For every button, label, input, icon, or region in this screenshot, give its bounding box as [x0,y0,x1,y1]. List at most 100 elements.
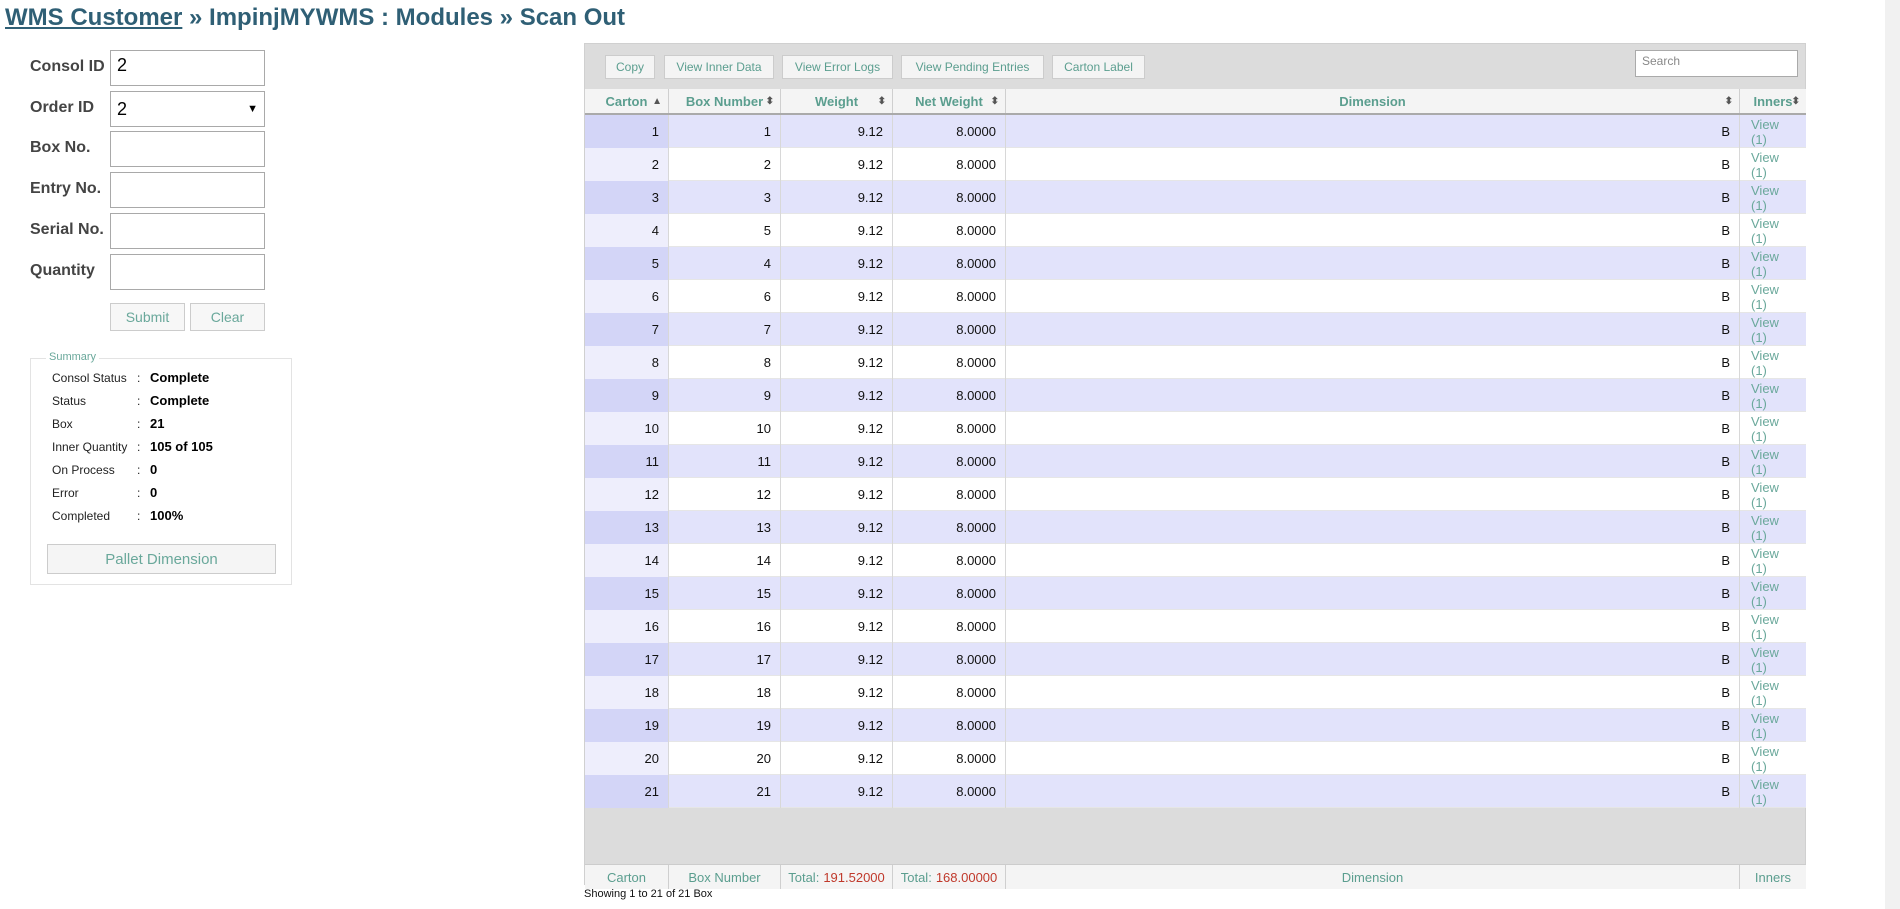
cell-weight: 9.12 [781,148,893,181]
carton-label-button[interactable]: Carton Label [1052,55,1145,79]
view-inners-link[interactable]: View (1) [1740,412,1806,445]
view-inners-link[interactable]: View (1) [1740,643,1806,676]
view-inners-link[interactable]: View (1) [1740,676,1806,709]
cell-box-number: 16 [669,610,781,643]
table-row[interactable]: 2 2 9.12 8.0000 B View (1) [585,148,1806,181]
cell-net-weight: 8.0000 [893,511,1006,544]
cell-dimension: B [1006,445,1740,478]
cell-net-weight: 8.0000 [893,445,1006,478]
summary-value: 100% [150,508,184,523]
view-inners-link[interactable]: View (1) [1740,181,1806,214]
view-inners-link[interactable]: View (1) [1740,214,1806,247]
column-header-dimension[interactable]: Dimension ⬍ [1006,89,1740,113]
table-row[interactable]: 3 3 9.12 8.0000 B View (1) [585,181,1806,214]
cell-net-weight: 8.0000 [893,148,1006,181]
table-footer: Carton Box Number Total: 191.52000 Total:… [585,864,1806,889]
table-row[interactable]: 4 5 9.12 8.0000 B View (1) [585,214,1806,247]
breadcrumb-rest: » ImpinjMYWMS : Modules » Scan Out [182,4,626,31]
cell-dimension: B [1006,346,1740,379]
breadcrumb-home-link[interactable]: WMS Customer [5,4,182,31]
column-header-net-weight[interactable]: Net Weight ⬍ [893,89,1006,113]
view-inners-link[interactable]: View (1) [1740,313,1806,346]
view-inners-link[interactable]: View (1) [1740,478,1806,511]
serial-no-input[interactable] [110,213,265,249]
column-header-carton[interactable]: Carton ▲ [585,89,669,113]
cell-carton: 4 [585,214,669,247]
view-inners-link[interactable]: View (1) [1740,610,1806,643]
sort-icon: ⬍ [990,95,999,107]
footer-inners: Inners [1754,869,1792,885]
cell-carton: 8 [585,346,669,379]
view-inners-link[interactable]: View (1) [1740,544,1806,577]
entry-no-label: Entry No. [30,180,102,197]
column-header-box-number[interactable]: Box Number ⬍ [669,89,781,113]
copy-button[interactable]: Copy [605,55,655,79]
view-inners-link[interactable]: View (1) [1740,511,1806,544]
entry-no-input[interactable] [110,172,265,208]
cell-carton: 3 [585,181,669,214]
cell-carton: 16 [585,610,669,643]
table-row[interactable]: 8 8 9.12 8.0000 B View (1) [585,346,1806,379]
view-inners-link[interactable]: View (1) [1740,445,1806,478]
data-grid: Copy View Inner Data View Error Logs Vie… [584,43,1806,889]
table-row[interactable]: 1 1 9.12 8.0000 B View (1) [585,115,1806,148]
consol-id-input[interactable]: 2 [110,50,265,86]
cell-net-weight: 8.0000 [893,478,1006,511]
box-no-input[interactable] [110,131,265,167]
pallet-dimension-button[interactable]: Pallet Dimension [47,544,276,574]
view-inners-link[interactable]: View (1) [1740,247,1806,280]
sort-icon: ⬍ [877,95,886,107]
view-inners-link[interactable]: View (1) [1740,346,1806,379]
table-row[interactable]: 7 7 9.12 8.0000 B View (1) [585,313,1806,346]
view-inners-link[interactable]: View (1) [1740,577,1806,610]
table-row[interactable]: 16 16 9.12 8.0000 B View (1) [585,610,1806,643]
table-row[interactable]: 15 15 9.12 8.0000 B View (1) [585,577,1806,610]
table-row[interactable]: 14 14 9.12 8.0000 B View (1) [585,544,1806,577]
view-inners-link[interactable]: View (1) [1740,379,1806,412]
table-row[interactable]: 11 11 9.12 8.0000 B View (1) [585,445,1806,478]
net-total-value: 168.00000 [935,869,998,885]
view-error-logs-button[interactable]: View Error Logs [782,55,893,79]
cell-box-number: 5 [669,214,781,247]
table-row[interactable]: 19 19 9.12 8.0000 B View (1) [585,709,1806,742]
dropdown-arrow-icon: ▼ [247,103,258,115]
view-pending-entries-button[interactable]: View Pending Entries [901,55,1044,79]
table-row[interactable]: 13 13 9.12 8.0000 B View (1) [585,511,1806,544]
view-inner-data-button[interactable]: View Inner Data [664,55,774,79]
quantity-input[interactable] [110,254,265,290]
column-header-inners[interactable]: Inners ⬍ [1740,89,1806,113]
table-row[interactable]: 6 6 9.12 8.0000 B View (1) [585,280,1806,313]
column-header-weight[interactable]: Weight ⬍ [781,89,893,113]
view-inners-link[interactable]: View (1) [1740,742,1806,775]
order-id-select[interactable]: 2 ▼ [110,91,265,127]
view-inners-link[interactable]: View (1) [1740,775,1806,808]
table-row[interactable]: 21 21 9.12 8.0000 B View (1) [585,775,1806,808]
cell-box-number: 1 [669,115,781,148]
cell-weight: 9.12 [781,478,893,511]
cell-net-weight: 8.0000 [893,181,1006,214]
cell-dimension: B [1006,610,1740,643]
table-row[interactable]: 12 12 9.12 8.0000 B View (1) [585,478,1806,511]
cell-carton: 21 [585,775,669,808]
table-row[interactable]: 9 9 9.12 8.0000 B View (1) [585,379,1806,412]
summary-label: Status [52,394,87,408]
table-row[interactable]: 17 17 9.12 8.0000 B View (1) [585,643,1806,676]
search-input[interactable]: Search [1635,50,1798,77]
cell-net-weight: 8.0000 [893,643,1006,676]
page-scrollbar[interactable] [1885,0,1900,909]
view-inners-link[interactable]: View (1) [1740,148,1806,181]
table-row[interactable]: 18 18 9.12 8.0000 B View (1) [585,676,1806,709]
table-row[interactable]: 5 4 9.12 8.0000 B View (1) [585,247,1806,280]
cell-net-weight: 8.0000 [893,214,1006,247]
view-inners-link[interactable]: View (1) [1740,280,1806,313]
table-row[interactable]: 20 20 9.12 8.0000 B View (1) [585,742,1806,775]
summary-panel: Summary Consol Status: Complete Status: Com… [30,351,292,585]
clear-button[interactable]: Clear [190,303,265,331]
cell-net-weight: 8.0000 [893,379,1006,412]
view-inners-link[interactable]: View (1) [1740,115,1806,148]
submit-button[interactable]: Submit [110,303,185,331]
box-no-label: Box No. [30,139,91,156]
cell-box-number: 14 [669,544,781,577]
table-row[interactable]: 10 10 9.12 8.0000 B View (1) [585,412,1806,445]
view-inners-link[interactable]: View (1) [1740,709,1806,742]
